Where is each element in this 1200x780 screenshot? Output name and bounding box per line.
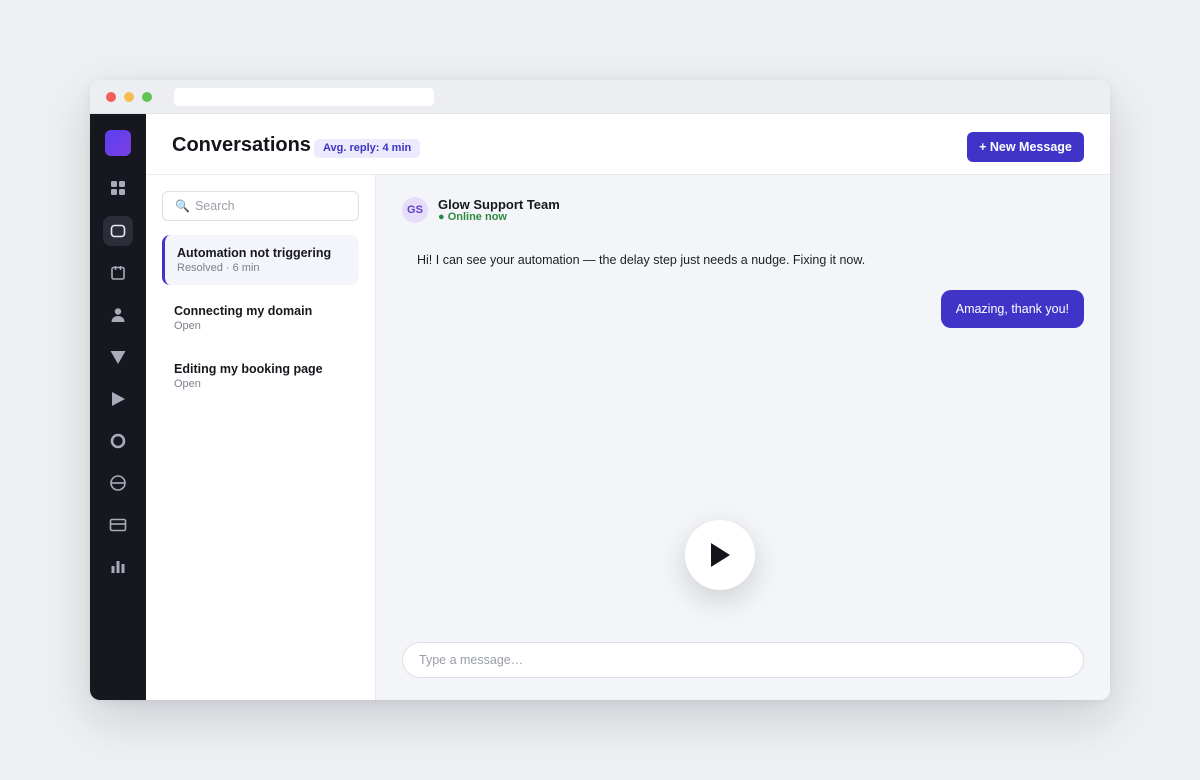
- maximize-window-button[interactable]: [142, 92, 152, 102]
- play-button[interactable]: [685, 520, 755, 590]
- message-input[interactable]: [419, 653, 1059, 667]
- incoming-message: Hi! I can see your automation — the dela…: [417, 253, 866, 267]
- contacts-icon[interactable]: [103, 300, 133, 330]
- message-composer[interactable]: [402, 642, 1084, 678]
- conversation-title: Editing my booking page: [174, 362, 323, 376]
- circle-icon[interactable]: [103, 426, 133, 456]
- contact-avatar: GS: [402, 197, 428, 223]
- search-input[interactable]: [194, 199, 345, 213]
- new-message-button[interactable]: + New Message: [967, 132, 1084, 162]
- app-logo[interactable]: [105, 130, 131, 156]
- outgoing-message: Amazing, thank you!: [940, 290, 1084, 328]
- conversation-title: Automation not triggering: [177, 246, 332, 260]
- chat-pane: GS Glow Support Team ● Online now Hi! I …: [376, 175, 1110, 700]
- funnel-icon[interactable]: [103, 342, 133, 372]
- conversation-status: Resolved · 6 min: [177, 262, 260, 274]
- chat-icon[interactable]: [103, 216, 133, 246]
- search-box[interactable]: 🔍: [162, 191, 359, 221]
- avg-reply-badge: Avg. reply: 4 min: [314, 139, 421, 158]
- calendar-icon[interactable]: [103, 258, 133, 288]
- conversation-status: Open: [174, 378, 201, 390]
- minimize-window-button[interactable]: [124, 92, 134, 102]
- app-window: Conversations Avg. reply: 4 min + New Me…: [90, 80, 1110, 700]
- online-status: ● Online now: [438, 211, 507, 223]
- conversation-list: 🔍 Automation not triggering Resolved · 6…: [146, 175, 376, 700]
- grid-icon[interactable]: [103, 173, 133, 203]
- sidebar-rail: [90, 114, 146, 700]
- page-title: Conversations: [172, 134, 311, 156]
- conversation-item[interactable]: Automation not triggering Resolved · 6 m…: [162, 235, 359, 285]
- conversation-item[interactable]: Editing my booking page Open: [162, 351, 359, 401]
- title-bar: [90, 80, 1110, 114]
- play-icon: [711, 543, 730, 567]
- conversation-item[interactable]: Connecting my domain Open: [162, 293, 359, 343]
- card-icon[interactable]: [103, 510, 133, 540]
- globe-icon[interactable]: [103, 468, 133, 498]
- contact-name: Glow Support Team: [438, 197, 560, 212]
- address-bar[interactable]: [174, 88, 434, 106]
- chart-icon[interactable]: [103, 552, 133, 582]
- close-window-button[interactable]: [106, 92, 116, 102]
- page-header: Conversations Avg. reply: 4 min + New Me…: [146, 114, 1110, 175]
- send-icon[interactable]: [103, 384, 133, 414]
- main-area: Conversations Avg. reply: 4 min + New Me…: [146, 114, 1110, 700]
- conversation-title: Connecting my domain: [174, 304, 313, 318]
- conversation-status: Open: [174, 320, 201, 332]
- search-icon: 🔍: [175, 199, 190, 213]
